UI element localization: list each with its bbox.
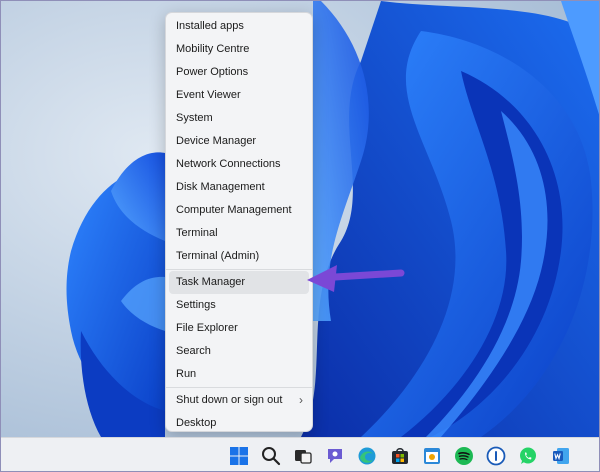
quick-link-menu: Installed apps Mobility Centre Power Opt… xyxy=(165,12,313,432)
chevron-right-icon: › xyxy=(299,393,303,407)
menu-item-event-viewer[interactable]: Event Viewer xyxy=(169,84,309,107)
menu-item-disk-management[interactable]: Disk Management xyxy=(169,176,309,199)
search-icon[interactable] xyxy=(259,444,283,468)
calendar-app-icon[interactable] xyxy=(420,444,444,468)
start-icon[interactable] xyxy=(227,444,251,468)
whatsapp-icon[interactable] xyxy=(516,444,540,468)
store-icon[interactable] xyxy=(388,444,412,468)
chat-icon[interactable] xyxy=(323,444,347,468)
menu-item-terminal-admin[interactable]: Terminal (Admin) xyxy=(169,245,309,268)
menu-item-system[interactable]: System xyxy=(169,107,309,130)
menu-item-file-explorer[interactable]: File Explorer xyxy=(169,317,309,340)
menu-item-power-options[interactable]: Power Options xyxy=(169,61,309,84)
desktop: Installed apps Mobility Centre Power Opt… xyxy=(0,0,600,472)
menu-item-mobility-centre[interactable]: Mobility Centre xyxy=(169,38,309,61)
menu-item-installed-apps[interactable]: Installed apps xyxy=(169,15,309,38)
menu-item-label: Shut down or sign out xyxy=(176,394,283,406)
taskbar xyxy=(1,437,599,471)
menu-item-settings[interactable]: Settings xyxy=(169,294,309,317)
menu-separator xyxy=(166,387,312,388)
menu-item-computer-management[interactable]: Computer Management xyxy=(169,199,309,222)
task-view-icon[interactable] xyxy=(291,444,315,468)
menu-separator xyxy=(166,269,312,270)
annotation-arrow xyxy=(307,265,405,292)
menu-item-task-manager[interactable]: Task Manager xyxy=(169,271,309,294)
word-icon[interactable] xyxy=(549,444,573,468)
menu-item-run[interactable]: Run xyxy=(169,363,309,386)
menu-item-shut-down-or-sign-out[interactable]: Shut down or sign out › xyxy=(169,389,309,412)
menu-item-terminal[interactable]: Terminal xyxy=(169,222,309,245)
menu-item-desktop[interactable]: Desktop xyxy=(169,412,309,435)
menu-item-network-connections[interactable]: Network Connections xyxy=(169,153,309,176)
menu-item-search[interactable]: Search xyxy=(169,340,309,363)
spotify-icon[interactable] xyxy=(452,444,476,468)
password-manager-icon[interactable] xyxy=(484,444,508,468)
edge-icon[interactable] xyxy=(355,444,379,468)
menu-item-device-manager[interactable]: Device Manager xyxy=(169,130,309,153)
